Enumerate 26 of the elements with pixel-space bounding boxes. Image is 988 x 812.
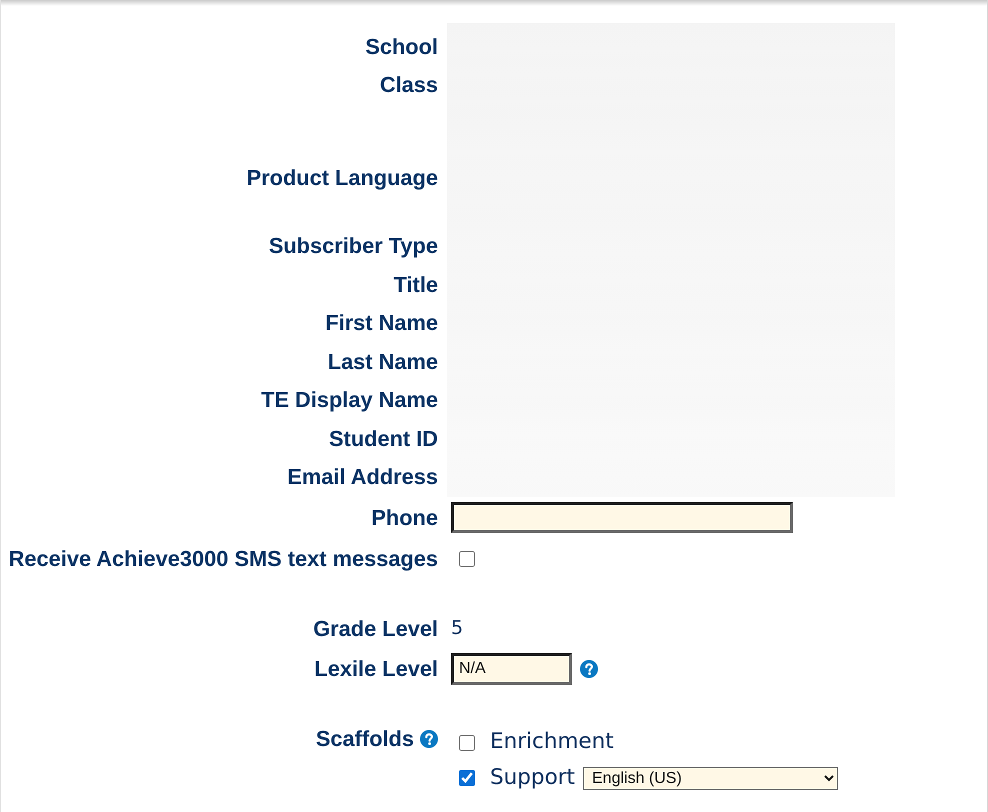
language-select[interactable]: English (US) <box>583 766 838 790</box>
field-label: Email Address <box>287 464 438 490</box>
field-label: Product Language <box>246 164 438 190</box>
field-label: First Name <box>325 310 438 336</box>
field-label: Lexile Level <box>314 656 438 682</box>
field-label: Title <box>394 272 438 297</box>
checkbox[interactable] <box>459 550 475 567</box>
lexile-field[interactable]: N/A <box>451 652 572 684</box>
field-label: School <box>365 34 438 59</box>
field-label: Student ID <box>329 426 438 451</box>
checkbox[interactable] <box>459 734 475 750</box>
field-label: Grade Level <box>313 616 438 642</box>
checkbox[interactable] <box>459 770 475 786</box>
field-label: Scaffolds <box>316 726 414 752</box>
field-label: Receive Achieve3000 SMS text messages <box>8 546 438 572</box>
field-value: 5 <box>451 617 464 640</box>
field-label: Subscriber Type <box>268 233 438 258</box>
field-label: TE Display Name <box>261 387 438 412</box>
phone-field[interactable] <box>451 502 793 534</box>
field-label: Phone <box>371 505 438 530</box>
help-icon[interactable] <box>580 660 598 678</box>
field-label: Class <box>380 72 438 98</box>
field-label: Last Name <box>328 348 438 374</box>
option-label: Support <box>490 766 575 790</box>
help-icon[interactable] <box>420 730 438 748</box>
option-label: Enrichment <box>490 730 614 755</box>
